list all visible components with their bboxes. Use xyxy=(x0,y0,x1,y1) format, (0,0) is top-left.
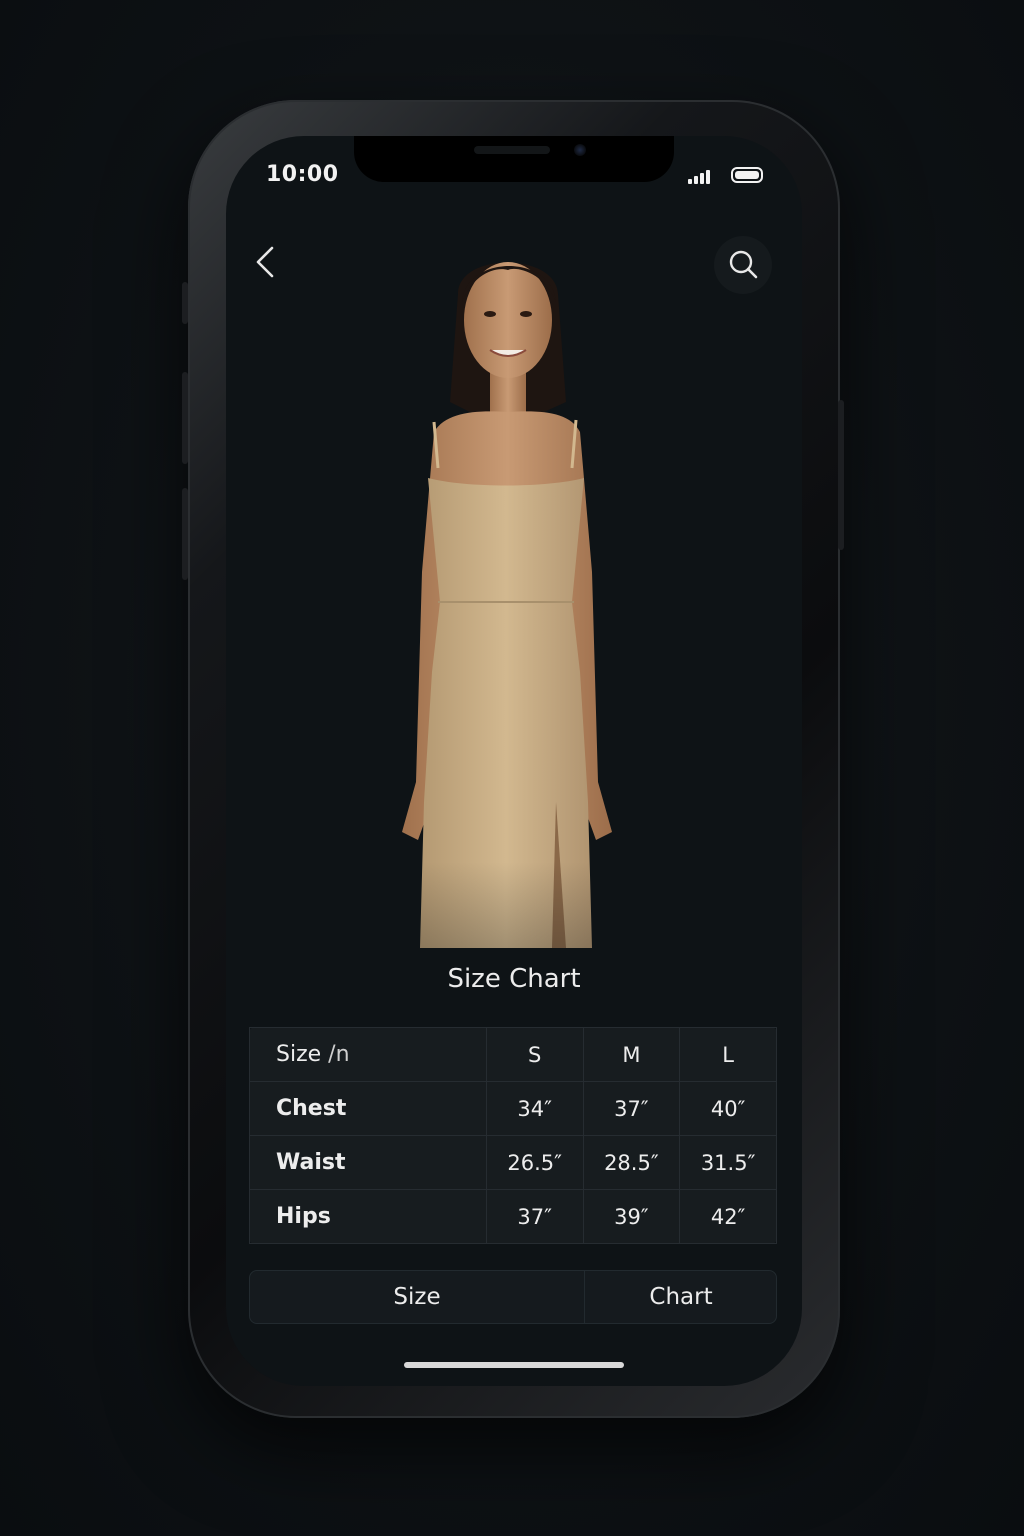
table-cell: 28.5″ xyxy=(582,1135,681,1190)
row-label-hips: Hips xyxy=(249,1189,487,1244)
back-button[interactable] xyxy=(248,240,288,284)
table-header-row: Size /n S M L xyxy=(249,1027,777,1082)
table-row: Waist 26.5″ 28.5″ 31.5″ xyxy=(249,1135,777,1190)
front-camera xyxy=(574,144,586,156)
tab-chart[interactable]: Chart xyxy=(584,1271,777,1323)
header-label-text: Size xyxy=(276,1042,322,1067)
row-label-waist: Waist xyxy=(249,1135,487,1190)
volume-up-button xyxy=(182,372,188,464)
table-cell: 37″ xyxy=(582,1081,681,1136)
table-cell: 42″ xyxy=(679,1189,777,1244)
battery-icon xyxy=(731,167,763,183)
table-cell: 26.5″ xyxy=(485,1135,584,1190)
speaker-grille xyxy=(474,146,550,154)
chevron-left-icon xyxy=(256,246,274,278)
column-header-s: S xyxy=(485,1027,584,1082)
notch xyxy=(354,136,674,182)
home-indicator[interactable] xyxy=(404,1362,624,1368)
table-cell: 31.5″ xyxy=(679,1135,777,1190)
size-chart-title: Size Chart xyxy=(447,964,581,994)
volume-down-button xyxy=(182,488,188,580)
status-time: 10:00 xyxy=(266,162,339,187)
header-size-label: Size /n xyxy=(249,1027,487,1082)
table-row: Hips 37″ 39″ 42″ xyxy=(249,1189,777,1244)
table-row: Chest 34″ 37″ 40″ xyxy=(249,1081,777,1136)
table-cell: 37″ xyxy=(485,1189,584,1244)
signal-icon xyxy=(688,170,710,184)
product-model-image xyxy=(366,262,646,948)
table-cell: 39″ xyxy=(582,1189,681,1244)
app-screen: 10:00 Size Chart Size /n S M L Chest 34″… xyxy=(226,136,802,1386)
tab-size[interactable]: Size xyxy=(250,1271,584,1323)
column-header-m: M xyxy=(582,1027,681,1082)
table-cell: 34″ xyxy=(485,1081,584,1136)
search-button[interactable] xyxy=(714,236,772,294)
column-header-l: L xyxy=(679,1027,777,1082)
power-button xyxy=(838,400,844,550)
size-chart-table: Size /n S M L Chest 34″ 37″ 40″ Waist 26… xyxy=(249,1027,777,1244)
search-icon xyxy=(729,250,758,279)
header-label-suffix: /n xyxy=(328,1042,350,1067)
segmented-tab-bar: Size Chart xyxy=(249,1270,777,1324)
table-cell: 40″ xyxy=(679,1081,777,1136)
mute-switch xyxy=(182,282,188,324)
row-label-chest: Chest xyxy=(249,1081,487,1136)
